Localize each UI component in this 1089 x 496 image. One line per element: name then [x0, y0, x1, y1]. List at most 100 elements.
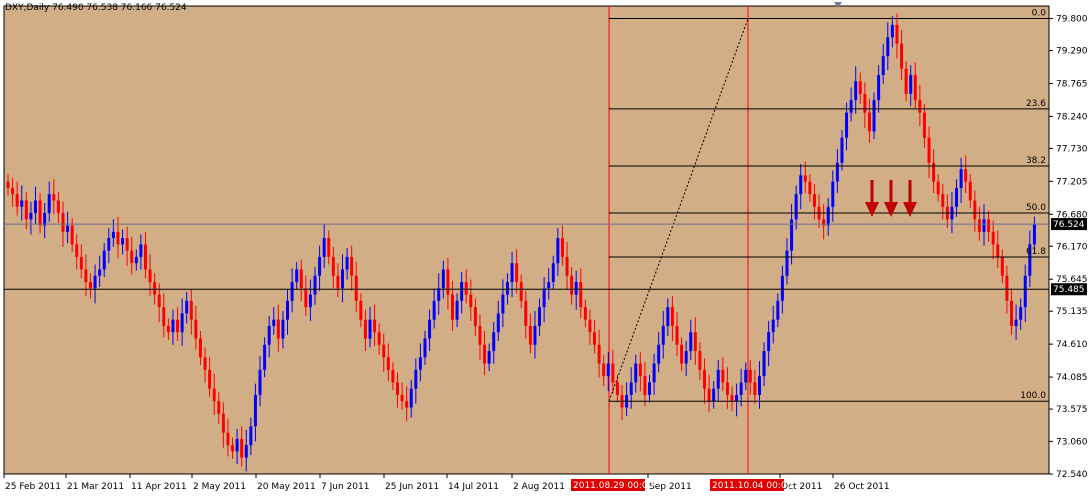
candle-body — [322, 238, 326, 257]
candle-body — [350, 256, 354, 276]
candle-body — [702, 369, 706, 389]
candle-body — [707, 388, 711, 402]
candle-body — [295, 269, 299, 283]
candle-body — [982, 219, 986, 232]
candle-body — [730, 394, 734, 402]
candle-body — [666, 307, 670, 326]
candle-body — [148, 269, 152, 283]
candle-body — [15, 194, 19, 207]
candle-body — [29, 213, 33, 220]
candle-body — [391, 369, 395, 383]
candle-body — [473, 307, 477, 326]
candle-body — [139, 244, 143, 257]
candle-body — [973, 200, 977, 220]
x-tick-label: 26 Oct 2011 — [834, 482, 890, 492]
candle-body — [922, 112, 926, 138]
candle-body — [831, 181, 835, 207]
candle-body — [478, 325, 482, 345]
x-tick-label: 14 Jul 2011 — [448, 482, 499, 492]
candle-body — [455, 300, 459, 320]
candle-body — [913, 75, 917, 101]
y-tick-label: 73.575 — [1056, 405, 1088, 415]
candle-body — [221, 413, 225, 433]
candle-body — [258, 369, 262, 395]
candle-body — [927, 137, 931, 163]
candle-body — [739, 382, 743, 395]
candle-body — [524, 300, 528, 326]
price-chart[interactable]: 79.80079.29078.76578.24077.73077.20576.6… — [0, 0, 1089, 496]
candle-body — [395, 382, 399, 395]
candle-body — [102, 250, 106, 270]
x-tick-label: Sep 2011 — [649, 482, 692, 492]
candle-body — [735, 394, 739, 402]
candle-body — [776, 300, 780, 320]
candle-body — [643, 376, 647, 395]
candle-body — [565, 256, 569, 276]
candle-body — [1000, 256, 1004, 276]
candle-body — [744, 369, 748, 383]
candle-body — [849, 100, 853, 113]
candle-body — [70, 225, 74, 245]
x-tick-label: 25 Jun 2011 — [385, 482, 439, 492]
candle-body — [721, 369, 725, 383]
candle-body — [863, 93, 867, 113]
candle-body — [267, 325, 271, 345]
candle-body — [648, 382, 652, 395]
candle-body — [606, 363, 610, 377]
candle-body — [785, 250, 789, 276]
candle-body — [501, 294, 505, 314]
candle-body — [61, 213, 65, 232]
candle-body — [959, 169, 963, 188]
candle-body — [276, 319, 280, 339]
candle-body — [955, 187, 959, 207]
candle-body — [290, 282, 294, 301]
candle-body — [684, 351, 688, 364]
candle-body — [88, 282, 92, 289]
candle-body — [991, 231, 995, 245]
candle-body — [98, 269, 102, 276]
candle-body — [515, 263, 519, 283]
candle-body — [904, 68, 908, 94]
candle-body — [652, 363, 656, 383]
candle-body — [505, 282, 509, 295]
candle-body — [716, 369, 720, 389]
candle-body — [281, 319, 285, 339]
candle-body — [808, 181, 812, 195]
candle-body — [409, 388, 413, 408]
candle-body — [528, 325, 532, 345]
candle-body — [900, 43, 904, 69]
candle-body — [941, 194, 945, 207]
candle-body — [936, 181, 940, 195]
candle-body — [542, 288, 546, 308]
candle-body — [313, 275, 317, 295]
candle-body — [171, 319, 175, 333]
candle-body — [194, 319, 198, 339]
candle-body — [93, 275, 97, 289]
y-tick-label: 75.135 — [1056, 307, 1088, 317]
candle-body — [551, 263, 555, 283]
candle-body — [987, 219, 991, 232]
y-tick-label: 79.800 — [1056, 15, 1088, 25]
candle-body — [570, 275, 574, 295]
candle-body — [762, 351, 766, 377]
candle-body — [895, 24, 899, 44]
candle-body — [231, 445, 235, 452]
candle-body — [464, 282, 468, 295]
candle-body — [52, 194, 56, 201]
candle-body — [812, 194, 816, 207]
y-tick-label: 79.290 — [1056, 47, 1088, 57]
candle-body — [11, 187, 15, 195]
candle-body — [327, 238, 331, 257]
fib-level-label: 100.0 — [1020, 391, 1046, 401]
candle-body — [341, 269, 345, 289]
candle-body — [634, 363, 638, 383]
candle-body — [318, 256, 322, 276]
candle-body — [382, 344, 386, 358]
candle-body — [492, 332, 496, 352]
candle-body — [1010, 300, 1014, 326]
x-tick-label: 11 Apr 2011 — [131, 482, 187, 492]
candle-body — [263, 344, 267, 370]
candle-body — [446, 269, 450, 295]
candle-body — [240, 438, 244, 458]
y-tick-label: 76.170 — [1056, 242, 1088, 252]
